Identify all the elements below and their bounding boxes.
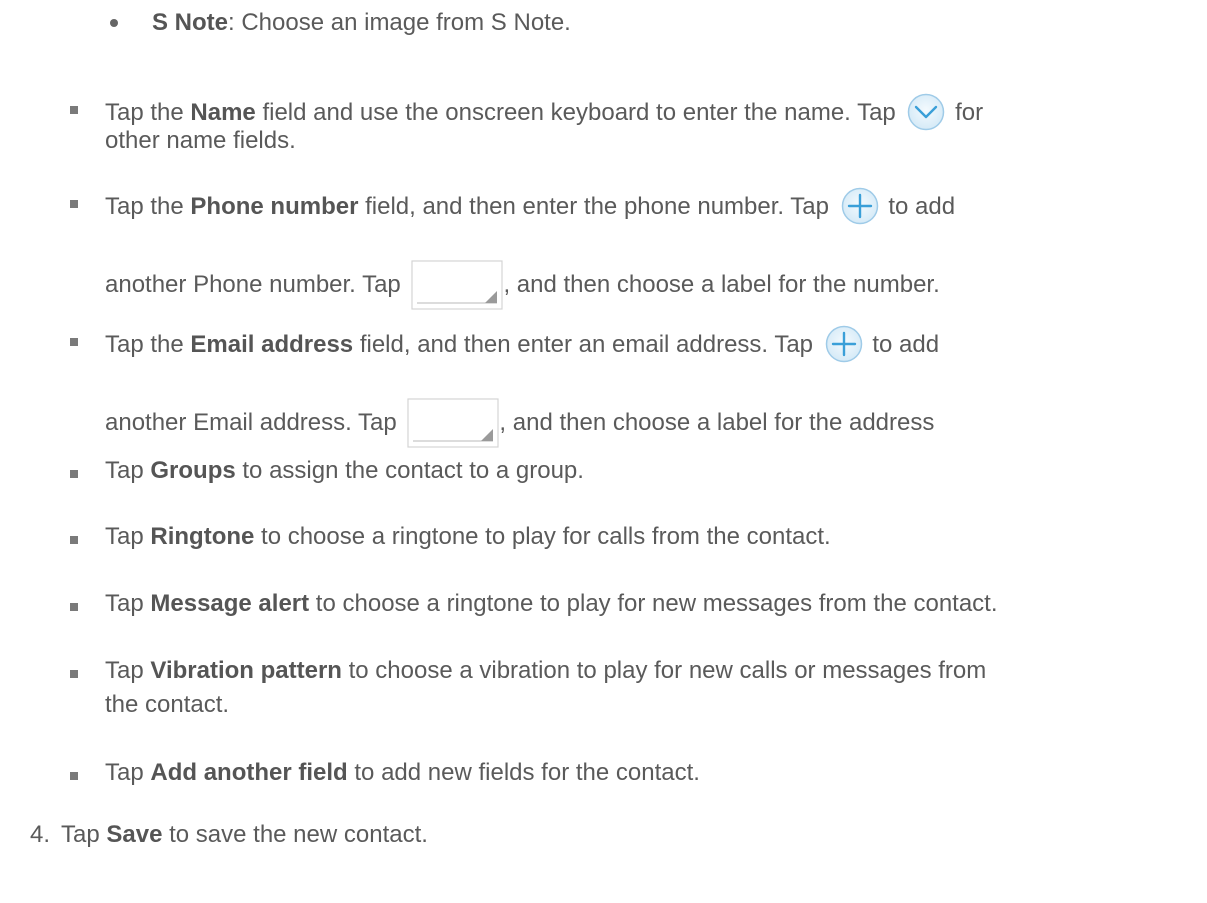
list-item-phone: Tap the Phone number field, and then ent… bbox=[0, 182, 1207, 310]
step-4: 4. Tap Save to save the new contact. bbox=[0, 820, 1207, 854]
list-item-message-alert: Tap Message alert to choose a ringtone t… bbox=[0, 589, 1207, 623]
item-text: to add bbox=[865, 331, 940, 358]
item-bold-term: Message alert bbox=[150, 590, 310, 617]
plus-circle-icon[interactable] bbox=[840, 186, 880, 226]
item-text: to add new fields for the contact. bbox=[347, 759, 700, 786]
item-bold-term: Add another field bbox=[150, 759, 348, 786]
list-item-s-note: S Note: Choose an image from S Note. bbox=[0, 8, 1207, 38]
item-text: Tap the bbox=[105, 99, 191, 126]
square-bullet bbox=[70, 772, 78, 780]
item-text: another Phone number. Tap bbox=[105, 271, 408, 298]
round-bullet bbox=[107, 16, 121, 30]
item-text: , and then choose a label for the addres… bbox=[499, 409, 935, 436]
square-bullet bbox=[70, 200, 78, 208]
item-bold-term: Phone number bbox=[190, 193, 359, 220]
dropdown-corner-icon[interactable] bbox=[411, 260, 504, 310]
item-text: field and use the onscreen keyboard to e… bbox=[255, 99, 903, 126]
item-text: Tap the bbox=[105, 331, 191, 358]
item-text: the contact. bbox=[105, 691, 230, 718]
item-text: Tap bbox=[105, 523, 151, 550]
item-text: to choose a ringtone to play for new mes… bbox=[309, 590, 998, 617]
square-bullet bbox=[70, 536, 78, 544]
item-bold-term: Email address bbox=[190, 331, 354, 358]
item-text: : Choose an image from S Note. bbox=[228, 9, 571, 36]
item-bold-term: S Note bbox=[152, 9, 229, 36]
item-text: to choose a vibration to play for new ca… bbox=[341, 657, 987, 684]
square-bullet bbox=[70, 670, 78, 678]
chevron-down-circle-icon[interactable] bbox=[906, 92, 946, 132]
item-text: to assign the contact to a group. bbox=[235, 457, 584, 484]
list-item-groups: Tap Groups to assign the contact to a gr… bbox=[0, 456, 1207, 490]
item-text: Tap bbox=[61, 821, 107, 848]
item-text: , and then choose a label for the number… bbox=[503, 271, 940, 298]
item-text: Tap the bbox=[105, 193, 191, 220]
item-text: Tap bbox=[105, 590, 151, 617]
item-bold-term: Ringtone bbox=[150, 523, 255, 550]
item-bold-term: Groups bbox=[150, 457, 236, 484]
item-text: Tap bbox=[105, 759, 151, 786]
item-text: to save the new contact. bbox=[162, 821, 428, 848]
item-text: another Email address. Tap bbox=[105, 409, 404, 436]
item-bold-term: Name bbox=[190, 99, 256, 126]
plus-circle-icon[interactable] bbox=[824, 324, 864, 364]
item-text: Tap bbox=[105, 457, 151, 484]
item-text: other name fields. bbox=[105, 127, 296, 154]
square-bullet bbox=[70, 338, 78, 346]
step-number: 4. bbox=[30, 821, 51, 848]
square-bullet bbox=[70, 603, 78, 611]
item-text: field, and then enter the phone number. … bbox=[358, 193, 836, 220]
item-text: to add bbox=[881, 193, 956, 220]
item-bold-term: Vibration pattern bbox=[150, 657, 342, 684]
list-item-name: Tap the Name field and use the onscreen … bbox=[0, 92, 1207, 162]
item-text: Tap bbox=[105, 657, 151, 684]
item-text: for bbox=[948, 99, 984, 126]
item-bold-term: Save bbox=[106, 821, 163, 848]
item-text: field, and then enter an email address. … bbox=[353, 331, 820, 358]
list-item-add-field: Tap Add another field to add new fields … bbox=[0, 758, 1207, 792]
list-item-email: Tap the Email address field, and then en… bbox=[0, 320, 1207, 448]
item-text: to choose a ringtone to play for calls f… bbox=[254, 523, 831, 550]
list-item-vibration: Tap Vibration pattern to choose a vibrat… bbox=[0, 656, 1207, 726]
square-bullet bbox=[70, 470, 78, 478]
dropdown-corner-icon[interactable] bbox=[407, 398, 500, 448]
list-item-ringtone: Tap Ringtone to choose a ringtone to pla… bbox=[0, 522, 1207, 556]
square-bullet bbox=[70, 106, 78, 114]
